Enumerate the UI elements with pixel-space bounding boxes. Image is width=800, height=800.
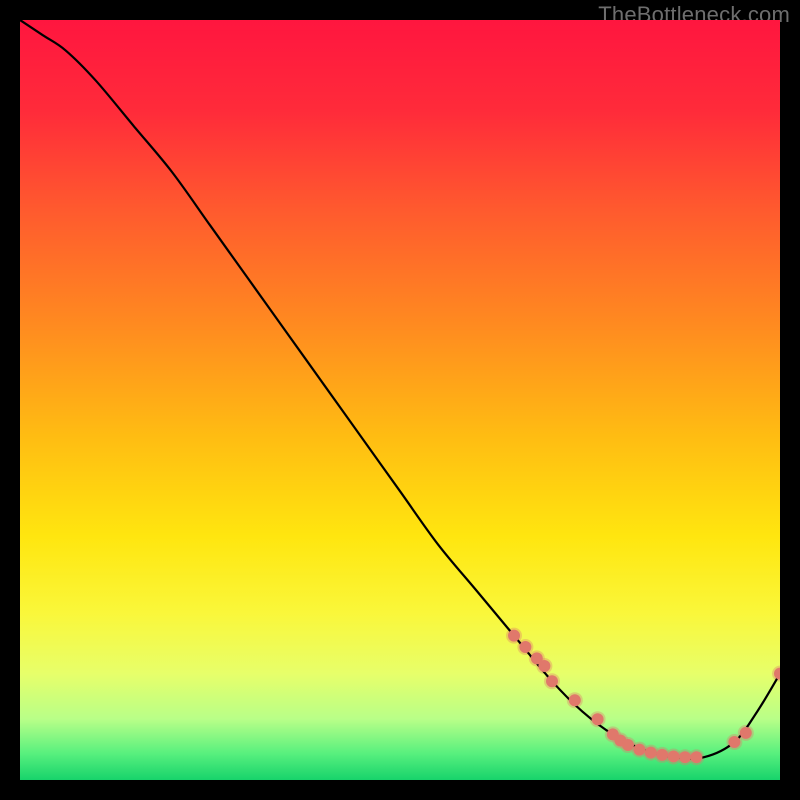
marker-dot: [508, 630, 520, 642]
chart-stage: TheBottleneck.com: [0, 0, 800, 800]
marker-dot: [519, 641, 531, 653]
marker-dot: [569, 694, 581, 706]
marker-dot: [740, 727, 752, 739]
marker-dot: [645, 747, 657, 759]
marker-dot: [592, 713, 604, 725]
gradient-rect: [20, 20, 780, 780]
marker-dot: [538, 660, 550, 672]
marker-dot: [656, 749, 668, 761]
marker-dot: [633, 744, 645, 756]
marker-dot: [622, 739, 634, 751]
marker-dot: [668, 750, 680, 762]
bottleneck-chart: [20, 20, 780, 780]
marker-dot: [546, 675, 558, 687]
marker-dot: [679, 751, 691, 763]
marker-dot: [728, 736, 740, 748]
marker-dot: [690, 751, 702, 763]
